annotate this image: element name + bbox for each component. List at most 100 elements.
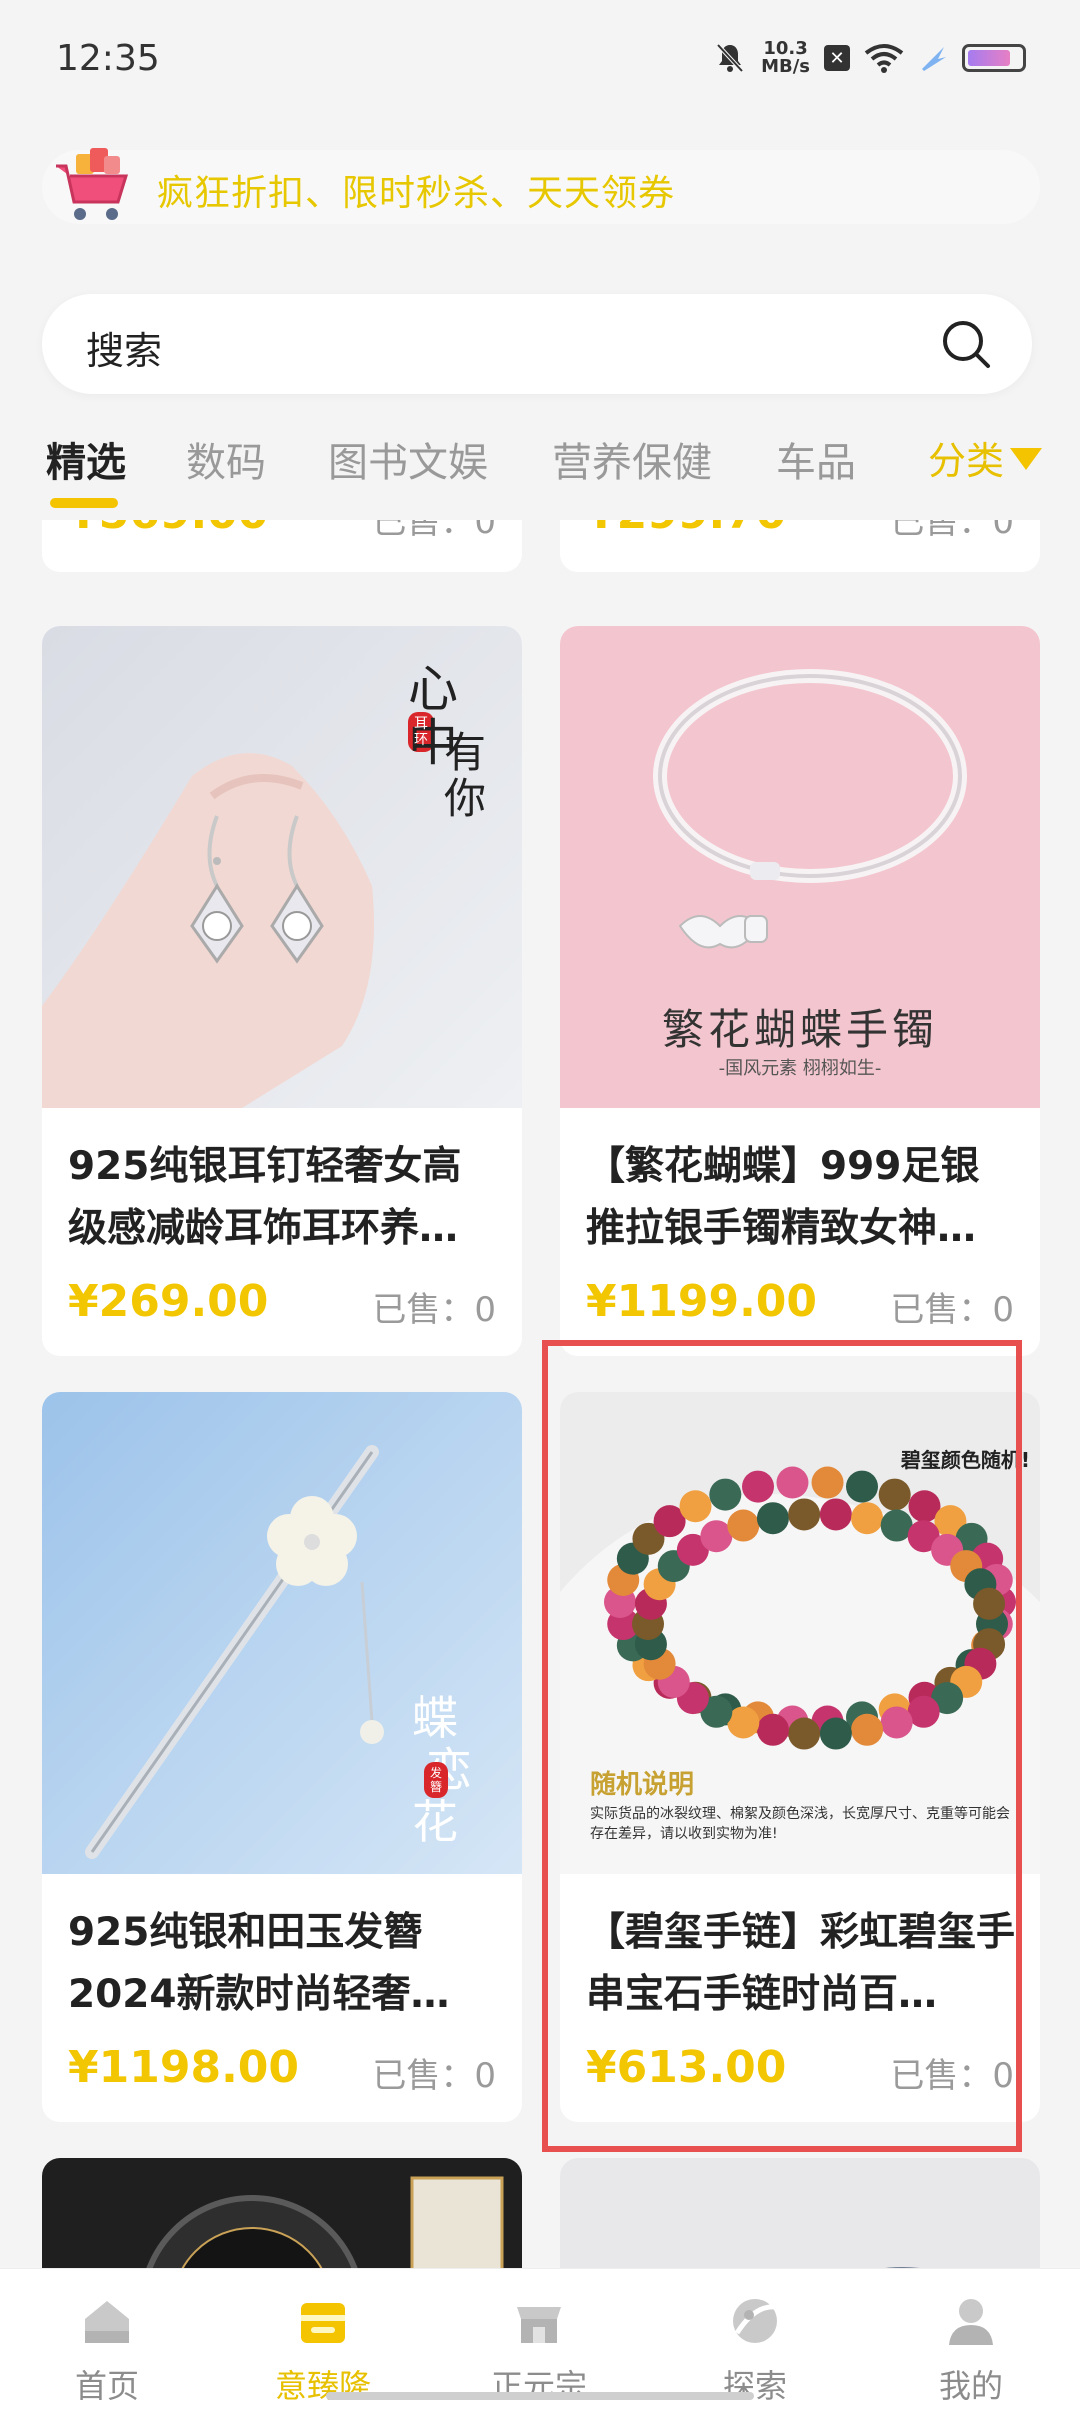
nav-label: 意臻隆 — [274, 2367, 371, 2405]
store-icon — [517, 2307, 561, 2343]
product-price: ¥1198.00 — [68, 2042, 300, 2093]
product-sold: 已售：0 — [372, 520, 496, 542]
product-price: ¥299.70 — [586, 520, 786, 539]
search-icon[interactable] — [938, 316, 994, 372]
bead — [756, 1713, 789, 1746]
tab-featured[interactable]: 精选 — [46, 430, 126, 488]
explore-icon — [733, 2299, 777, 2343]
product-card[interactable]: ¥569.00 已售：0 — [42, 520, 522, 572]
bead — [851, 1502, 884, 1535]
product-sold: 已售：0 — [372, 2056, 496, 2096]
nav-explore[interactable]: 探索 — [680, 2293, 830, 2407]
product-price: ¥269.00 — [68, 1276, 269, 1327]
product-title: 925纯银耳钉轻奢女高级感减龄耳饰耳环养… — [68, 1144, 462, 1251]
status-time: 12:35 — [56, 38, 160, 79]
bead — [756, 1502, 789, 1535]
search-bar[interactable]: 搜索 — [42, 294, 1032, 394]
product-title: 925纯银和田玉发簪2024新款时尚轻奢… — [68, 1910, 450, 2017]
category-button[interactable]: 分类 — [928, 430, 1042, 485]
product-grid: ¥569.00 已售：0 ¥299.70 已售：0 心 中 — [0, 520, 1080, 2270]
tab-health[interactable]: 营养保健 — [552, 430, 712, 488]
product-sold: 已售：0 — [372, 1290, 496, 1330]
nav-yizhenlong[interactable]: 意臻隆 — [248, 2293, 398, 2407]
bead — [851, 1713, 884, 1746]
caption-char: 心 — [408, 660, 458, 718]
tab-auto[interactable]: 车品 — [776, 430, 856, 488]
nav-profile[interactable]: 我的 — [896, 2293, 1046, 2407]
bead — [819, 1498, 852, 1531]
product-card[interactable]: 繁花蝴蝶手镯 -国风元素 栩栩如生- 【繁花蝴蝶】999足银推拉银手镯精致女神…… — [560, 626, 1040, 1356]
product-sold: 已售：0 — [890, 1290, 1014, 1330]
shopping-cart-icon — [56, 148, 129, 220]
bottom-nav: 首页 意臻隆 正元宗 探索 我的 — [0, 2268, 1080, 2409]
bead — [709, 1478, 742, 1511]
mute-bell-icon — [716, 43, 744, 73]
caption-char: 蝶 — [412, 1691, 458, 1745]
tab-digital[interactable]: 数码 — [186, 430, 266, 488]
product-title: 【繁花蝴蝶】999足银推拉银手镯精致女神… — [586, 1144, 980, 1251]
product-price: ¥1199.00 — [586, 1276, 818, 1327]
bead — [878, 1478, 911, 1511]
nav-home[interactable]: 首页 — [32, 2293, 182, 2407]
status-icons: 10.3 MB/s ✕ — [713, 40, 1026, 76]
image-badge: 发簪 — [424, 1762, 448, 1798]
bead — [727, 1509, 760, 1542]
active-tab-indicator — [50, 498, 118, 508]
caret-down-icon — [1010, 447, 1042, 470]
product-card[interactable]: ¥299.70 已售：0 — [560, 520, 1040, 572]
category-tabs: 精选 数码 图书文娱 营养保健 车品 分类 — [0, 430, 1080, 510]
profile-icon — [949, 2299, 993, 2345]
charging-icon — [922, 47, 946, 71]
product-sold: 已售：0 — [890, 2056, 1014, 2096]
sim-icon: ✕ — [824, 45, 850, 71]
nav-label: 探索 — [722, 2367, 787, 2405]
status-bar: 12:35 10.3 MB/s ✕ — [0, 0, 1080, 120]
image-subcaption: -国风元素 栩栩如生- — [718, 1058, 882, 1079]
gesture-bar — [326, 2392, 754, 2400]
search-input[interactable]: 搜索 — [86, 320, 162, 375]
product-card[interactable] — [42, 2158, 522, 2270]
caption-char: 你 — [444, 774, 487, 823]
bead — [811, 1466, 844, 1499]
product-image-watch — [42, 2158, 522, 2270]
bead — [788, 1498, 821, 1531]
caption-char: 花 — [412, 1795, 458, 1849]
bead — [880, 1706, 913, 1739]
bead — [819, 1717, 852, 1750]
caption-char: 有 — [444, 728, 487, 777]
tab-books[interactable]: 图书文娱 — [328, 430, 488, 488]
image-caption: 心 中 有 你 耳环 — [408, 660, 498, 822]
promo-text: 疯狂折扣、限时秒杀、天天领券 — [157, 173, 676, 214]
product-sold: 已售：0 — [890, 520, 1014, 542]
image-note-title: 随机说明 — [590, 1770, 695, 1800]
network-speed: 10.3 MB/s — [761, 40, 810, 76]
battery-icon — [962, 44, 1026, 72]
product-image-item — [560, 2158, 1040, 2270]
product-card[interactable]: 心 中 有 你 耳环 925纯银耳钉轻奢女高级感减龄耳饰耳环养… ¥269.00… — [42, 626, 522, 1356]
nav-label: 正元宗 — [490, 2367, 587, 2405]
bead — [742, 1470, 775, 1503]
bead — [973, 1587, 1006, 1620]
product-card[interactable]: 蝶 恋 花 发簪 925纯银和田玉发簪2024新款时尚轻奢… ¥1198.00 … — [42, 1392, 522, 2122]
product-card[interactable]: 碧玺颜色随机! 随机说明 实际货品的冰裂纹理、棉絮及颜色深浅，长宽厚尺寸、克重等… — [560, 1392, 1040, 2122]
nav-label: 首页 — [74, 2367, 139, 2405]
image-top-text: 碧玺颜色随机! — [900, 1448, 1030, 1472]
product-price: ¥613.00 — [586, 2042, 787, 2093]
product-title: 【碧玺手链】彩虹碧玺手串宝石手链时尚百… — [586, 1910, 1016, 2017]
product-card[interactable] — [560, 2158, 1040, 2270]
nav-label: 我的 — [938, 2367, 1003, 2405]
bead — [788, 1717, 821, 1750]
product-price: ¥569.00 — [68, 520, 268, 539]
wifi-icon — [864, 44, 904, 73]
nav-zhengyuanzong[interactable]: 正元宗 — [464, 2293, 614, 2407]
home-icon — [85, 2301, 129, 2343]
net-speed-unit: MB/s — [761, 56, 810, 77]
image-caption: 繁花蝴蝶手镯 — [661, 1005, 938, 1054]
promo-banner[interactable]: 疯狂折扣、限时秒杀、天天领券 — [42, 148, 1040, 224]
bead — [679, 1490, 712, 1523]
bead — [845, 1470, 878, 1503]
category-label: 分类 — [927, 439, 1004, 483]
shop-icon — [301, 2303, 345, 2343]
bead — [776, 1466, 809, 1499]
image-note: 实际货品的冰裂纹理、棉絮及颜色深浅，长宽厚尺寸、克重等可能会存在差异，请以收到实… — [590, 1806, 1010, 1842]
